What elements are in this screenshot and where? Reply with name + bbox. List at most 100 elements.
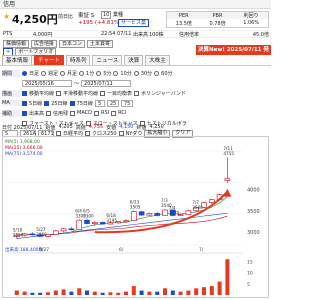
period-radio-month[interactable]	[60, 70, 66, 76]
sub-check-credit[interactable]	[46, 110, 52, 116]
ma-input-5[interactable]: 5	[94, 99, 105, 107]
price-change: +195 (+4.81%)	[78, 20, 122, 26]
volume-bar	[77, 288, 82, 295]
period-5m: 5分	[103, 70, 112, 77]
volume-bar	[92, 291, 97, 295]
yield-label: 利回り	[243, 13, 259, 19]
period-radio-10m[interactable]	[113, 70, 119, 76]
sub-check-rci[interactable]	[111, 110, 117, 116]
stock-info-button[interactable]: 株価情報	[3, 40, 30, 48]
candle-body	[209, 199, 215, 204]
credit-label: 信用	[3, 1, 16, 8]
sub-check-macd[interactable]	[70, 110, 76, 116]
draw-check-ma[interactable]	[22, 90, 27, 96]
ma-5: 5日線	[29, 100, 43, 107]
tab-news[interactable]: ニュース	[92, 55, 123, 65]
per-label: PER	[179, 12, 189, 19]
ma-input-25[interactable]: 25	[106, 99, 119, 107]
period-radio-1m[interactable]	[79, 70, 85, 76]
pts-price: 4,000円	[33, 31, 53, 38]
tab-shareholders[interactable]: 大株主	[145, 55, 170, 65]
y-tick-label: 4000	[247, 187, 260, 193]
ma-check-5[interactable]	[22, 100, 27, 106]
sub-check-volume[interactable]	[22, 110, 27, 116]
credit-ratio-label: 信用倍率	[179, 31, 200, 38]
volume-bar	[22, 291, 27, 295]
tab-chart[interactable]: チャート	[34, 55, 64, 65]
service-sector-link[interactable]: サービス業	[118, 19, 150, 27]
chart-area[interactable]: MA(5) 3,908.00 MA(25) 3,666.00 MA(75) 3,57…	[2, 136, 269, 298]
candle-body	[29, 233, 36, 236]
volume-label: 出来高	[133, 31, 149, 38]
yield-value: 1.06%	[243, 20, 260, 26]
ma-check-75[interactable]	[69, 100, 75, 106]
y-tick-label: 3500	[247, 209, 260, 215]
period-radio-day[interactable]	[22, 70, 27, 76]
date-from-input[interactable]: 2025/05/16	[22, 79, 72, 87]
pts-time: 22:54	[101, 31, 116, 37]
ma-row: MA 5日線 25日線 75日線 5 25 75	[2, 98, 269, 108]
sub-label: 補助	[2, 109, 20, 117]
tab-timeseries[interactable]: 時系列	[65, 55, 91, 65]
annotation-price: 2850	[13, 233, 24, 238]
ma-75: 75日線	[76, 100, 93, 107]
volume-value: 100株	[149, 31, 164, 38]
chart-ai-button[interactable]: 広告他掛	[31, 40, 58, 48]
annotation-price: 3500	[192, 205, 203, 210]
date-to-input[interactable]: 2025/07/11	[81, 79, 132, 87]
candlestick-chart: MA(5) 3,908.00MA(25) 3,666.00MA(75) 3,57…	[5, 139, 260, 295]
market-label: 東証 S	[78, 13, 95, 19]
period-radio-week[interactable]	[41, 70, 47, 76]
earnings-banner[interactable]: 決算New! 2025/07/11 発表	[196, 45, 271, 63]
volume-bar	[147, 291, 152, 295]
trend-arrow-head	[223, 188, 232, 197]
nikkei-button[interactable]: 日本コン	[59, 40, 86, 48]
annotation-price: 4755	[223, 151, 234, 156]
tab-earnings[interactable]: 決算	[124, 55, 144, 65]
market-tag: 10	[101, 11, 112, 19]
period-radio-30m[interactable]	[133, 70, 139, 76]
y-tick-label: 3000	[247, 230, 260, 236]
period-month: 月足	[67, 70, 78, 77]
ma-check-25[interactable]	[44, 100, 50, 106]
top-bar: 信用	[0, 0, 271, 9]
candle-body	[107, 222, 114, 225]
draw-check-sma[interactable]	[56, 90, 62, 96]
draw-check-ichimoku[interactable]	[100, 90, 106, 96]
volume-bar	[225, 259, 230, 295]
volume-bar	[61, 289, 66, 295]
volume-bar	[170, 290, 175, 295]
tab-basic[interactable]: 基本情報	[2, 55, 33, 65]
sub-check-rsi[interactable]	[94, 110, 100, 116]
ma-input-75[interactable]: 75	[120, 99, 133, 107]
date-row: 2025/05/16 〜 2025/07/11	[2, 78, 269, 88]
volume-bar	[85, 290, 89, 295]
volume-bar	[194, 288, 199, 295]
star-icon[interactable]: ★	[3, 12, 10, 21]
tab-bar: 基本情報 チャート 時系列 ニュース 決算 大株主	[0, 55, 271, 66]
pbr-value: 0.78倍	[209, 20, 226, 27]
ma-label: MA	[2, 100, 20, 106]
volume-bar	[186, 290, 191, 295]
candle-body	[131, 211, 137, 221]
period-10m: 10分	[120, 70, 132, 77]
sub-credit: 信用残	[53, 110, 69, 117]
period-1m: 1分	[86, 70, 95, 77]
period-day: 日足	[29, 70, 40, 77]
candle-body	[162, 209, 168, 216]
volume-label: 出来高 188,400株	[5, 246, 44, 253]
theme-button[interactable]: 土本賞寄	[87, 40, 114, 48]
draw-check-bollinger[interactable]	[134, 90, 140, 96]
volume-tick-label: 10	[247, 271, 253, 277]
candle-body	[84, 219, 90, 224]
volume-bar	[124, 291, 128, 295]
draw-bollinger: ボリンジャーバンド	[141, 90, 186, 97]
pts-date: 07/11	[117, 31, 132, 37]
annotation-price: 3195	[106, 218, 117, 223]
period-radio-60m[interactable]	[154, 70, 160, 76]
period-radio-5m[interactable]	[96, 70, 102, 76]
candle-body	[76, 219, 82, 230]
volume-tick-label: 15	[247, 259, 253, 265]
candle-body	[92, 222, 98, 224]
volume-bar	[46, 292, 50, 295]
